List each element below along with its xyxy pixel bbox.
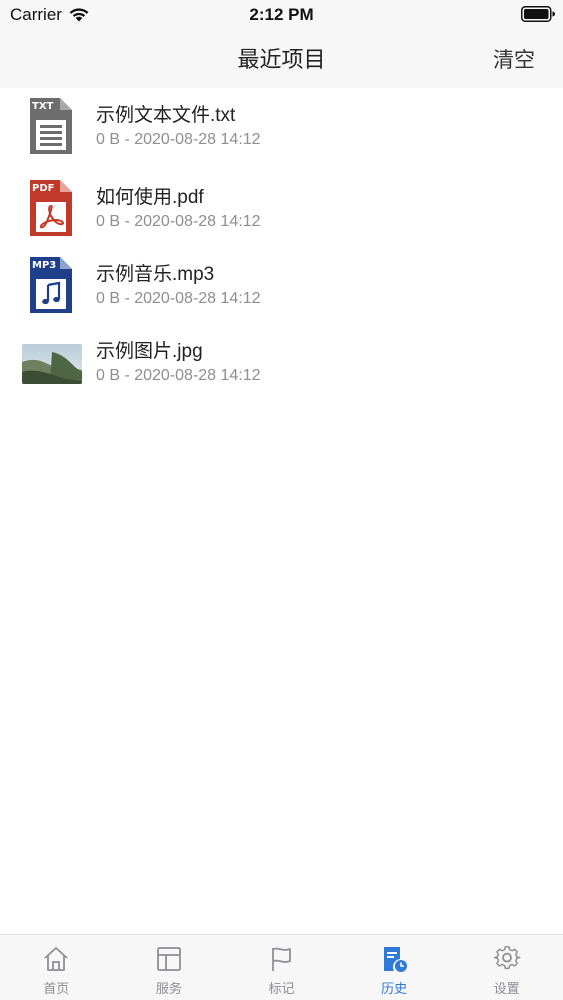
file-meta: 0 B - 2020-08-28 14:12 — [96, 290, 261, 307]
tab-home[interactable]: 首页 — [0, 935, 113, 1000]
tab-services[interactable]: 服务 — [113, 935, 226, 1000]
history-icon — [384, 947, 408, 972]
tab-label: 历史 — [381, 981, 408, 996]
svg-text:PDF: PDF — [32, 183, 54, 194]
tab-history[interactable]: 历史 — [338, 935, 451, 1000]
home-icon — [44, 947, 68, 971]
file-item-txt[interactable]: TXT 示例文本文件.txt 0 B - 2020-08-28 14:12 — [0, 88, 563, 170]
file-meta: 0 B - 2020-08-28 14:12 — [96, 213, 261, 230]
layout-icon — [156, 947, 181, 971]
tab-bookmarks[interactable]: 标记 — [225, 935, 338, 1000]
mp3-file-icon: MP3 — [30, 257, 72, 313]
file-meta: 0 B - 2020-08-28 14:12 — [96, 367, 261, 384]
file-name: 示例文本文件.txt — [96, 105, 236, 126]
tab-settings[interactable]: 设置 — [450, 935, 563, 1000]
file-item-jpg[interactable]: 示例图片.jpg 0 B - 2020-08-28 14:12 — [0, 324, 563, 401]
file-name: 示例音乐.mp3 — [96, 264, 215, 285]
file-name: 示例图片.jpg — [96, 341, 203, 362]
pdf-file-icon: PDF — [30, 180, 72, 236]
tab-label: 标记 — [268, 981, 295, 996]
status-time: 2:12 PM — [249, 5, 314, 24]
image-thumbnail — [22, 344, 82, 384]
file-item-mp3[interactable]: MP3 示例音乐.mp3 0 B - 2020-08-28 14:12 — [0, 247, 563, 324]
file-item-pdf[interactable]: PDF 如何使用.pdf 0 B - 2020-08-28 14:12 — [0, 170, 563, 247]
recent-files-list: TXT 示例文本文件.txt 0 B - 2020-08-28 14:12 PD… — [0, 88, 563, 401]
tab-label: 服务 — [155, 981, 182, 996]
page-title: 最近项目 — [237, 47, 326, 72]
gear-icon — [493, 946, 521, 970]
battery-icon — [521, 6, 555, 22]
tab-label: 设置 — [493, 981, 520, 996]
file-meta: 0 B - 2020-08-28 14:12 — [96, 131, 261, 148]
file-name: 如何使用.pdf — [96, 187, 204, 208]
navigation-bar: 最近项目 清空 — [0, 28, 563, 88]
txt-file-icon: TXT — [30, 98, 72, 154]
status-bar: Carrier 2:12 PM — [0, 0, 563, 28]
clear-button[interactable]: 清空 — [493, 44, 535, 74]
flag-icon — [272, 947, 292, 971]
tab-bar: 首页 服务 标记 历史 设置 — [0, 934, 563, 1000]
svg-text:MP3: MP3 — [32, 260, 56, 271]
svg-text:TXT: TXT — [32, 101, 54, 112]
tab-label: 首页 — [43, 981, 70, 996]
